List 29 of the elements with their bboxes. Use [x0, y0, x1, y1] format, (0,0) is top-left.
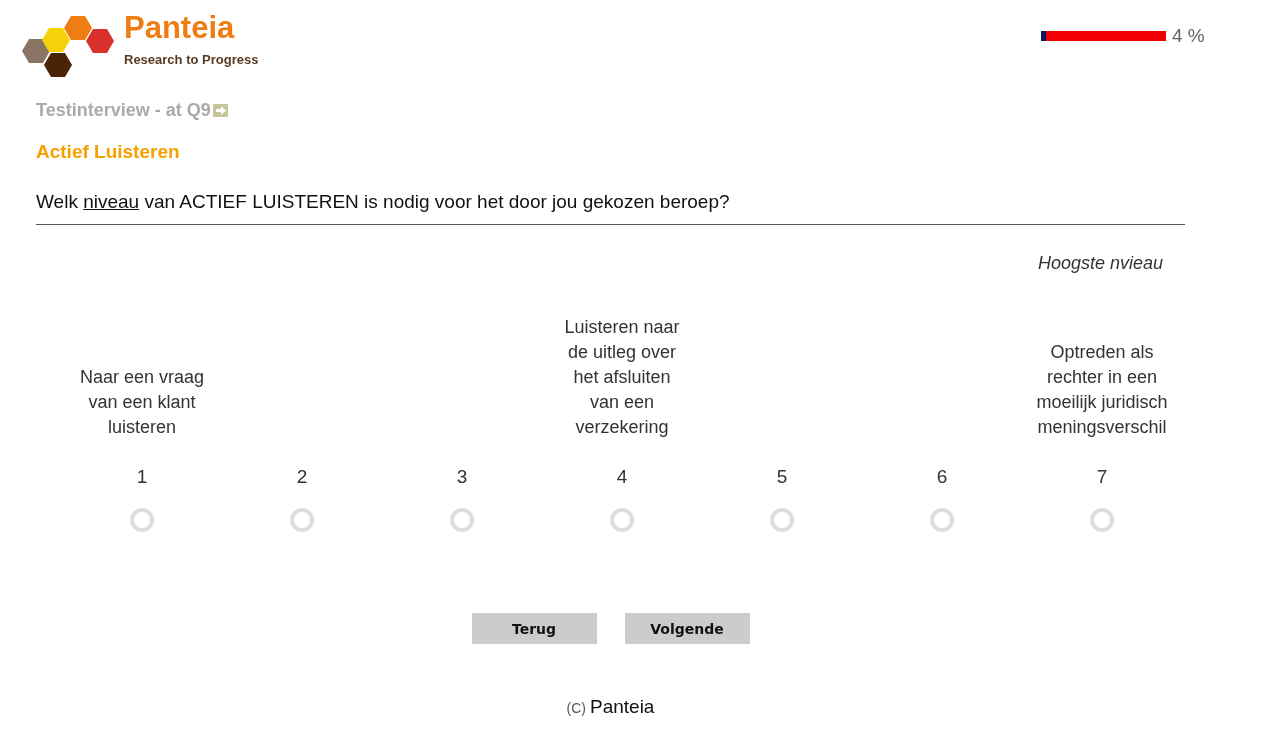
logo-wordmark: Panteia	[124, 10, 236, 46]
breadcrumb-text: Testinterview - at Q9	[36, 100, 211, 121]
logo-tagline: Research to Progress	[124, 52, 259, 67]
scale-number: 1	[136, 466, 148, 488]
next-button[interactable]: Volgende	[624, 613, 750, 644]
anchor-label: Luisteren naar de uitleg over het afsluiten van een verzekering	[563, 316, 681, 439]
scale-number: 7	[1096, 466, 1108, 488]
radio-button[interactable]	[770, 508, 794, 532]
scale-number: 2	[296, 466, 308, 488]
radio-button[interactable]	[610, 508, 634, 532]
back-button[interactable]: Terug	[471, 613, 597, 644]
scale-number: 6	[936, 466, 948, 488]
scale-number: 4	[616, 466, 628, 488]
progress-percentage: 4 %	[1172, 25, 1205, 47]
arrow-icon[interactable]	[212, 104, 228, 117]
scale-end-label: Hoogste nvieau	[1037, 253, 1163, 274]
radio-button[interactable]	[450, 508, 474, 532]
radio-button[interactable]	[1090, 508, 1114, 532]
footer-text: Panteia	[590, 696, 655, 718]
scale-number: 3	[456, 466, 468, 488]
section-title: Actief Luisteren	[36, 141, 181, 163]
anchor-label: Naar een vraag van een klant luisteren	[78, 366, 206, 439]
copyright-mark: (C)	[566, 700, 586, 716]
question-text: Welk niveau van ACTIEF LUISTEREN is nodig voor het door jou gekozen beroep?	[36, 191, 731, 213]
anchor-label: Optreden als rechter in een moeilijk juridisch meningsverschil	[1035, 341, 1169, 439]
radio-button[interactable]	[290, 508, 314, 532]
radio-button[interactable]	[130, 508, 154, 532]
radio-button[interactable]	[930, 508, 954, 532]
scale-number: 5	[776, 466, 788, 488]
